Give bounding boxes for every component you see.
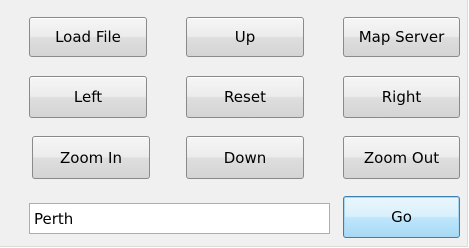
right-button[interactable]: Right — [343, 76, 460, 118]
go-button[interactable]: Go — [343, 196, 460, 238]
zoom-in-button[interactable]: Zoom In — [32, 136, 150, 179]
up-button[interactable]: Up — [186, 17, 304, 57]
down-button[interactable]: Down — [186, 136, 304, 179]
reset-button[interactable]: Reset — [186, 76, 304, 118]
map-controls-panel: Load File Up Map Server Left Reset Right… — [0, 0, 468, 247]
map-server-button[interactable]: Map Server — [343, 17, 460, 57]
load-file-button[interactable]: Load File — [29, 17, 147, 57]
location-input[interactable]: Perth — [29, 203, 330, 234]
left-button[interactable]: Left — [29, 76, 147, 118]
zoom-out-button[interactable]: Zoom Out — [343, 136, 460, 179]
